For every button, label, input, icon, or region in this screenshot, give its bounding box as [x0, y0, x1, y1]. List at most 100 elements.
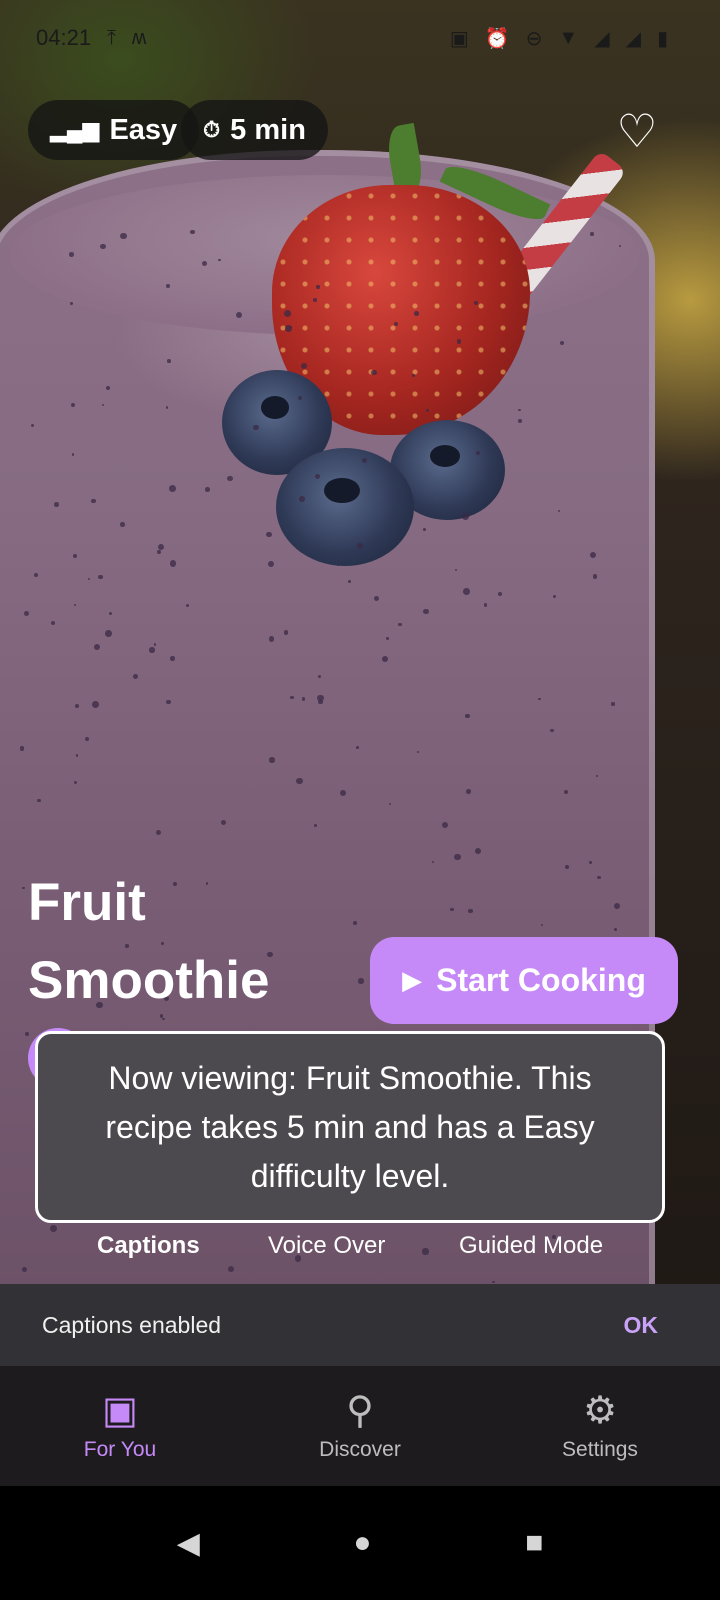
speckle — [104, 630, 112, 638]
start-cooking-label: Start Cooking — [436, 962, 646, 998]
signal-icon: ◢ — [625, 27, 641, 50]
speckle — [414, 311, 419, 316]
accessibility-mode-tabs: Captions Voice Over Guided Mode — [0, 1232, 720, 1272]
speckle — [69, 252, 74, 257]
speckle — [91, 498, 96, 504]
speckle — [596, 875, 601, 880]
speckle — [518, 408, 521, 411]
speckle — [462, 512, 470, 520]
back-icon[interactable]: ◀ — [177, 1526, 200, 1561]
speckle — [72, 553, 78, 558]
speckle — [398, 622, 402, 627]
signal-bars-icon: ▂▄▆ — [50, 117, 100, 142]
speckle — [75, 754, 78, 757]
speckle — [317, 674, 321, 678]
speckle — [166, 284, 170, 288]
recents-icon[interactable]: ■ — [525, 1526, 543, 1560]
favorite-heart-icon[interactable]: ♡ — [612, 106, 662, 156]
play-icon: ▶ — [402, 965, 423, 995]
nav-label: Discover — [319, 1438, 401, 1461]
speckle — [100, 243, 106, 250]
speckle — [371, 369, 377, 376]
nav-label: For You — [83, 1438, 157, 1461]
speckle — [284, 324, 292, 332]
speckle — [149, 647, 155, 653]
speckle — [168, 484, 176, 492]
speckle — [589, 231, 594, 236]
snackbar: Captions enabled OK — [0, 1284, 720, 1366]
speckle — [564, 865, 569, 870]
tab-captions[interactable]: Captions — [97, 1232, 200, 1260]
battery-icon: ▮ — [656, 27, 668, 50]
system-navigation-bar: ◀ ● ■ — [0, 1486, 720, 1600]
speckle — [20, 746, 25, 751]
speckle — [301, 362, 308, 369]
speckle — [22, 886, 25, 890]
speckle — [190, 230, 195, 235]
bottom-navigation: ▣ For You ⚲ Discover ⚙ Settings — [0, 1366, 720, 1486]
speckle — [483, 602, 488, 607]
nav-item-discover[interactable]: ⚲ Discover — [240, 1366, 480, 1486]
speckle — [589, 551, 596, 559]
speckle — [423, 527, 426, 531]
speckle — [267, 561, 274, 568]
nav-item-for-you[interactable]: ▣ For You — [0, 1366, 240, 1486]
speckle — [284, 309, 292, 317]
speckle — [296, 777, 303, 785]
speckle — [221, 819, 227, 825]
speckle — [475, 847, 481, 854]
tab-guided-mode[interactable]: Guided Mode — [459, 1232, 603, 1260]
speckle — [463, 588, 470, 595]
status-bar: 04:21 ⤒ ʍ ▣ ⏰ ⊖ ▼ ◢ ◢ ▮ — [36, 20, 668, 56]
speckle — [205, 487, 210, 492]
status-time: 04:21 — [36, 25, 92, 50]
caption-overlay: Now viewing: Fruit Smoothie. This recipe… — [35, 1031, 665, 1223]
speckle — [465, 788, 471, 794]
nav-label: Settings — [562, 1438, 638, 1461]
recipe-title: Fruit Smoothie — [28, 873, 270, 1010]
home-icon[interactable]: ● — [353, 1526, 371, 1560]
time-chip: ⏱ 5 min — [181, 100, 328, 160]
speckle — [361, 458, 367, 464]
speckle — [498, 591, 503, 596]
tab-voice-over[interactable]: Voice Over — [268, 1232, 385, 1260]
speckle — [593, 574, 598, 579]
speckle — [316, 285, 320, 289]
start-cooking-button[interactable]: ▶ Start Cooking — [370, 937, 678, 1024]
speckle — [120, 233, 127, 240]
speckle — [157, 549, 162, 554]
m-logo-icon: ʍ — [131, 26, 147, 49]
speckle — [348, 580, 351, 583]
speckle — [314, 824, 317, 827]
difficulty-chip: ▂▄▆ Easy — [28, 100, 200, 160]
nav-item-settings[interactable]: ⚙ Settings — [480, 1366, 720, 1486]
speckle — [54, 502, 59, 507]
speckle — [120, 522, 125, 527]
speckle — [550, 728, 554, 733]
speckle — [386, 637, 389, 640]
signal-icon: ◢ — [594, 27, 610, 50]
search-icon: ⚲ — [346, 1390, 374, 1432]
speckle — [450, 907, 454, 911]
speckle — [167, 359, 171, 363]
time-label: 5 min — [230, 113, 306, 146]
speckle — [464, 713, 470, 719]
blueberry — [276, 448, 414, 566]
upload-icon: ⤒ — [107, 26, 116, 49]
speckle — [518, 419, 522, 423]
speckle — [74, 704, 79, 709]
nfc-icon: ▣ — [449, 27, 469, 50]
speckle — [253, 424, 259, 431]
speckle — [71, 453, 75, 456]
speckle — [290, 695, 294, 699]
speckle — [283, 629, 289, 635]
speckle — [106, 385, 110, 390]
speckle — [611, 702, 615, 706]
wifi-icon: ▼ — [558, 26, 579, 49]
video-library-icon: ▣ — [102, 1390, 138, 1432]
speckle — [538, 697, 541, 701]
speckle — [97, 574, 103, 580]
speckle — [431, 860, 435, 863]
speckle — [456, 339, 462, 344]
snackbar-ok-button[interactable]: OK — [624, 1312, 659, 1339]
